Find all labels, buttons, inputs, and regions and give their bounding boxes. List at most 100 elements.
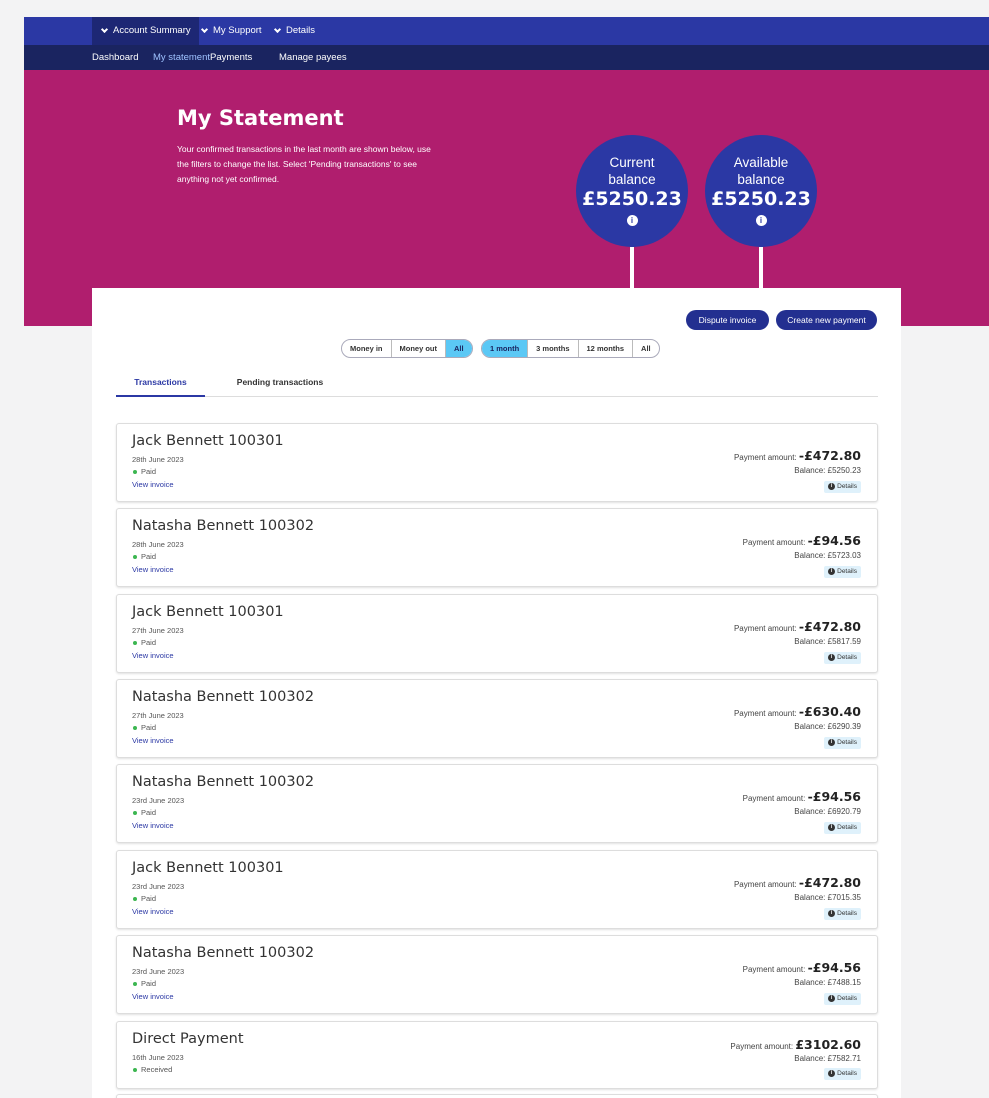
filter-12-months[interactable]: 12 months — [579, 340, 634, 357]
info-icon: i — [828, 994, 836, 1002]
transaction-date: 28th June 2023 — [132, 540, 184, 549]
view-invoice-link[interactable]: View invoice — [132, 480, 174, 489]
running-balance: Balance: £5250.23 — [794, 466, 861, 475]
view-invoice-link[interactable]: View invoice — [132, 907, 174, 916]
page-title: My Statement — [177, 106, 344, 130]
info-icon: i — [828, 567, 836, 575]
details-button[interactable]: i Details — [824, 908, 861, 920]
running-balance: Balance: £6290.39 — [794, 722, 861, 731]
filter-money-out[interactable]: Money out — [392, 340, 447, 357]
subnav-payments[interactable]: Payments — [210, 45, 252, 70]
details-button[interactable]: i Details — [824, 481, 861, 493]
info-icon: i — [828, 1069, 836, 1077]
filter-money-in[interactable]: Money in — [342, 340, 392, 357]
transaction-date: 28th June 2023 — [132, 455, 184, 464]
transaction-card: Natasha Bennett 100302 28th June 2023 Pa… — [116, 508, 878, 587]
dispute-invoice-button[interactable]: Dispute invoice — [686, 310, 769, 330]
status-dot-icon — [133, 896, 137, 901]
view-invoice-link[interactable]: View invoice — [132, 736, 174, 745]
running-balance: Balance: £7015.35 — [794, 893, 861, 902]
status-dot-icon — [133, 469, 137, 474]
payment-amount: Payment amount: -£94.56 — [742, 960, 861, 975]
transaction-card: Jack Bennett 100301 27th June 2023 Paid … — [116, 594, 878, 673]
transaction-date: 23rd June 2023 — [132, 967, 185, 976]
payee-name: Direct Payment — [132, 1031, 244, 1047]
status-badge: Received — [132, 1065, 172, 1074]
status-badge: Paid — [132, 552, 156, 561]
payee-name: Natasha Bennett 100302 — [132, 518, 315, 534]
view-invoice-link[interactable]: View invoice — [132, 565, 174, 574]
transaction-date: 27th June 2023 — [132, 711, 184, 720]
statement-tabs: Transactions Pending transactions — [116, 370, 878, 397]
details-button[interactable]: i Details — [824, 566, 861, 578]
nav-details[interactable]: Details — [273, 17, 315, 45]
view-invoice-link[interactable]: View invoice — [132, 992, 174, 1001]
status-dot-icon — [133, 725, 137, 730]
create-payment-button[interactable]: Create new payment — [776, 310, 877, 330]
chevron-down-icon — [100, 25, 109, 34]
subnav-my-statement[interactable]: My statement — [153, 45, 210, 70]
chevron-down-icon — [200, 25, 209, 34]
status-dot-icon — [133, 1067, 137, 1072]
view-invoice-link[interactable]: View invoice — [132, 651, 174, 660]
available-balance-label: Available balance — [733, 155, 789, 187]
transaction-card: Natasha Bennett 100302 27th June 2023 Pa… — [116, 679, 878, 758]
payment-amount: Payment amount: -£94.56 — [742, 533, 861, 548]
running-balance: Balance: £7488.15 — [794, 978, 861, 987]
subnav-manage-payees[interactable]: Manage payees — [279, 45, 347, 70]
payee-name: Jack Bennett 100301 — [132, 604, 284, 620]
bubble-connector — [759, 247, 763, 288]
status-badge: Paid — [132, 467, 156, 476]
chevron-down-icon — [273, 25, 282, 34]
status-dot-icon — [133, 640, 137, 645]
info-icon[interactable]: i — [755, 215, 767, 226]
payment-amount: Payment amount: -£94.56 — [742, 789, 861, 804]
details-button[interactable]: i Details — [824, 993, 861, 1005]
status-badge: Paid — [132, 979, 156, 988]
payee-name: Jack Bennett 100301 — [132, 433, 284, 449]
details-button[interactable]: i Details — [824, 1068, 861, 1080]
current-balance-amount: £5250.23 — [582, 188, 682, 210]
transaction-card: Natasha Bennett 100302 23rd June 2023 Pa… — [116, 764, 878, 843]
filter-3-months[interactable]: 3 months — [528, 340, 579, 357]
nav-account-summary[interactable]: Account Summary — [92, 17, 199, 45]
payee-name: Natasha Bennett 100302 — [132, 689, 315, 705]
payee-name: Natasha Bennett 100302 — [132, 945, 315, 961]
current-balance-bubble: Current balance £5250.23 i — [576, 135, 688, 247]
payee-name: Jack Bennett 100301 — [132, 860, 284, 876]
info-icon[interactable]: i — [626, 215, 638, 226]
page-description: Your confirmed transactions in the last … — [177, 144, 431, 184]
subnav-dashboard[interactable]: Dashboard — [92, 45, 138, 70]
status-badge: Paid — [132, 638, 156, 647]
info-icon: i — [828, 482, 836, 490]
view-invoice-link[interactable]: View invoice — [132, 821, 174, 830]
details-button[interactable]: i Details — [824, 737, 861, 749]
transaction-card: Natasha Bennett 100302 23rd June 2023 Pa… — [116, 935, 878, 1014]
filter-direction-all[interactable]: All — [446, 340, 472, 357]
payment-amount: Payment amount: -£630.40 — [733, 704, 861, 719]
transaction-date: 27th June 2023 — [132, 626, 184, 635]
payment-amount: Payment amount: -£472.80 — [733, 448, 861, 463]
transaction-card: Direct Payment 16th June 2023 Received P… — [116, 1021, 878, 1089]
status-dot-icon — [133, 554, 137, 559]
info-icon: i — [828, 909, 836, 917]
running-balance: Balance: £7582.71 — [794, 1054, 861, 1063]
transaction-card: Jack Bennett 100301 28th June 2023 Paid … — [116, 423, 878, 502]
current-balance-label: Current balance — [608, 155, 656, 187]
info-icon: i — [828, 653, 836, 661]
running-balance: Balance: £5817.59 — [794, 637, 861, 646]
tab-transactions[interactable]: Transactions — [116, 370, 205, 397]
filter-1-month[interactable]: 1 month — [482, 340, 529, 357]
details-button[interactable]: i Details — [824, 652, 861, 664]
info-icon: i — [828, 738, 836, 746]
nav-my-support[interactable]: My Support — [200, 17, 262, 45]
status-badge: Paid — [132, 808, 156, 817]
tab-pending-transactions[interactable]: Pending transactions — [230, 370, 330, 397]
status-dot-icon — [133, 981, 137, 986]
payment-amount: Payment amount: -£472.80 — [733, 619, 861, 634]
details-button[interactable]: i Details — [824, 822, 861, 834]
available-balance-amount: £5250.23 — [711, 188, 811, 210]
status-dot-icon — [133, 810, 137, 815]
filter-period-all[interactable]: All — [633, 340, 659, 357]
payment-amount: Payment amount: £3102.60 — [730, 1037, 861, 1052]
